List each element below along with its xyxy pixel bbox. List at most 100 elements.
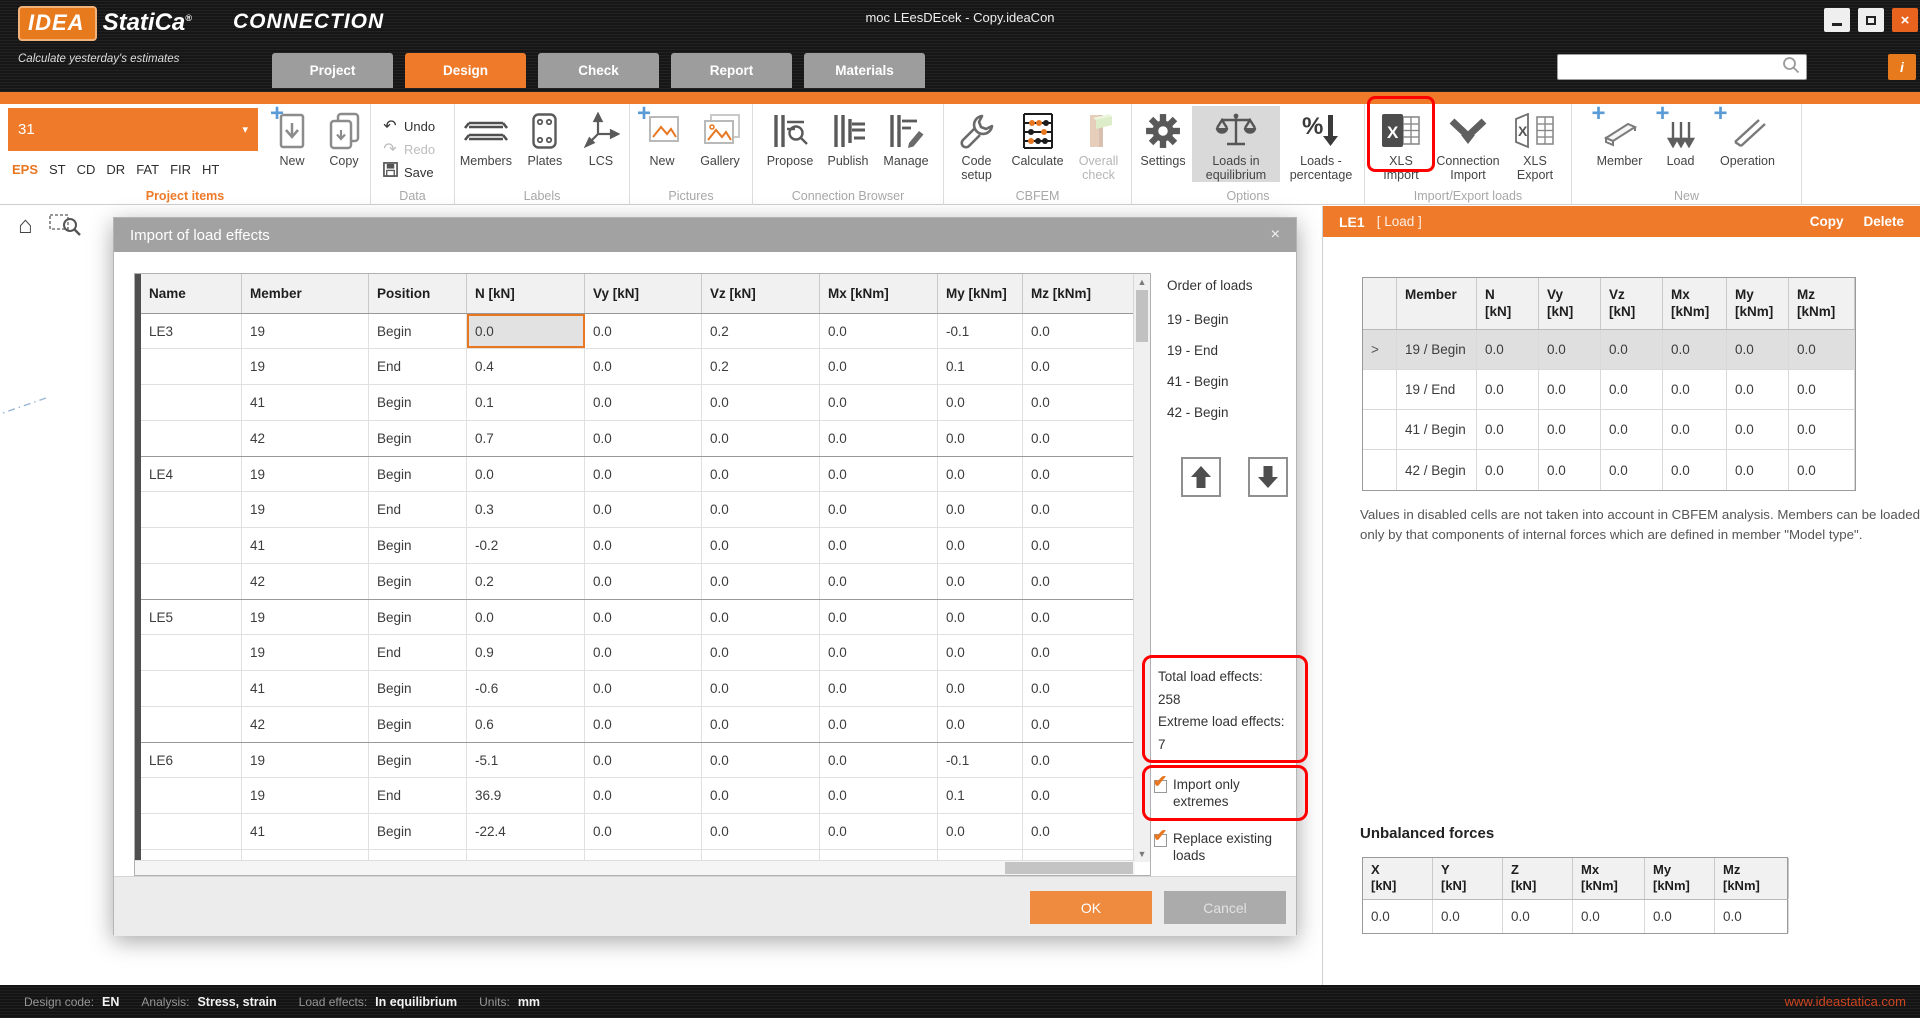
load-table-cell[interactable]: 0.0 — [1539, 330, 1601, 369]
import-table-cell[interactable]: 0.0 — [1023, 349, 1135, 384]
zoom-area-icon[interactable] — [49, 210, 81, 241]
order-of-loads-item[interactable]: 19 - End — [1167, 335, 1229, 366]
import-table-cell[interactable]: LE6 — [141, 743, 242, 777]
import-table-row[interactable]: LE419Begin0.00.00.00.00.00.0 — [141, 456, 1135, 492]
load-table-cell[interactable]: 0.0 — [1663, 330, 1727, 369]
import-table-cell[interactable]: Begin — [369, 600, 467, 634]
code-fir[interactable]: FIR — [170, 162, 191, 177]
import-table-cell[interactable]: 0.0 — [702, 743, 820, 777]
import-table-cell[interactable]: 0.0 — [585, 635, 702, 670]
move-down-button[interactable] — [1248, 457, 1288, 497]
import-table-cell[interactable]: 0.0 — [585, 671, 702, 706]
import-table-cell[interactable]: 0.0 — [820, 671, 938, 706]
horizontal-scrollbar[interactable] — [135, 860, 1135, 875]
tab-design[interactable]: Design — [405, 53, 526, 88]
close-button[interactable]: × — [1892, 8, 1918, 32]
new-project-item-button[interactable]: + New — [266, 106, 318, 168]
import-table-cell[interactable]: 19 — [242, 457, 369, 491]
new-operation-button[interactable]: + Operation — [1710, 106, 1786, 168]
load-table-cell[interactable]: 19 / Begin — [1397, 330, 1477, 369]
xls-import-button[interactable]: X XLS Import — [1372, 106, 1430, 182]
import-table-cell[interactable]: Begin — [369, 421, 467, 456]
import-table-cell[interactable]: 0.0 — [702, 778, 820, 813]
import-table-cell[interactable]: 0.4 — [467, 349, 585, 384]
import-table-row[interactable]: 41Begin-0.20.00.00.00.00.0 — [141, 528, 1135, 564]
overall-check-button[interactable]: Overall check — [1070, 106, 1128, 182]
import-table-cell[interactable]: 0.0 — [820, 528, 938, 563]
replace-existing-loads-checkbox[interactable]: ✔ Replace existing loads — [1154, 830, 1273, 864]
import-table-cell[interactable] — [141, 707, 242, 742]
import-table-cell[interactable]: 42 — [242, 564, 369, 599]
new-picture-button[interactable]: + New — [633, 106, 691, 168]
import-table-cell[interactable]: 0.0 — [1023, 492, 1135, 527]
import-table-cell[interactable]: 19 — [242, 492, 369, 527]
import-table-row[interactable]: 41Begin0.10.00.00.00.00.0 — [141, 385, 1135, 421]
import-table-cell[interactable]: 0.0 — [938, 671, 1023, 706]
import-table-cell[interactable]: 0.2 — [702, 314, 820, 348]
import-table-row[interactable]: 41Begin-0.60.00.00.00.00.0 — [141, 671, 1135, 707]
vertical-scrollbar[interactable]: ▲ ▼ — [1133, 274, 1150, 862]
gallery-button[interactable]: Gallery — [691, 106, 749, 168]
tab-check[interactable]: Check — [538, 53, 659, 88]
import-table-cell[interactable]: 0.0 — [1023, 457, 1135, 491]
import-table-cell[interactable]: 0.0 — [585, 528, 702, 563]
import-table-cell[interactable]: 19 — [242, 635, 369, 670]
import-table-column-header[interactable]: Vz [kN] — [702, 274, 820, 313]
ok-button[interactable]: OK — [1030, 891, 1152, 924]
code-ht[interactable]: HT — [202, 162, 219, 177]
load-table-column-header[interactable]: Mx[kNm] — [1663, 278, 1727, 329]
import-table-column-header[interactable]: Mz [kNm] — [1023, 274, 1135, 313]
import-table-row[interactable]: 19End0.40.00.20.00.10.0 — [141, 349, 1135, 385]
load-table-cell[interactable] — [1363, 370, 1397, 409]
import-table-cell[interactable]: 42 — [242, 707, 369, 742]
import-table-cell[interactable] — [141, 564, 242, 599]
import-table-cell[interactable]: 0.0 — [820, 778, 938, 813]
import-table-cell[interactable]: 0.0 — [820, 635, 938, 670]
maximize-button[interactable] — [1858, 8, 1884, 32]
import-table-cell[interactable]: 0.0 — [938, 564, 1023, 599]
load-table-cell[interactable] — [1363, 450, 1397, 490]
import-table-cell[interactable]: 19 — [242, 778, 369, 813]
import-table-cell[interactable]: 0.0 — [585, 349, 702, 384]
import-table-cell[interactable]: End — [369, 778, 467, 813]
load-table-cell[interactable]: 0.0 — [1789, 450, 1855, 490]
import-table-column-header[interactable]: N [kN] — [467, 274, 585, 313]
website-link[interactable]: www.ideastatica.com — [1785, 994, 1906, 1009]
load-table-column-header[interactable]: Mz[kNm] — [1789, 278, 1855, 329]
import-table-cell[interactable]: Begin — [369, 457, 467, 491]
import-table-cell[interactable]: 0.3 — [467, 492, 585, 527]
import-table-cell[interactable] — [141, 778, 242, 813]
import-table-cell[interactable] — [141, 349, 242, 384]
undo-button[interactable]: ↶ Undo — [381, 115, 435, 138]
import-table-cell[interactable]: 0.0 — [585, 814, 702, 849]
import-table-cell[interactable]: 0.0 — [1023, 778, 1135, 813]
import-table-column-header[interactable]: Vy [kN] — [585, 274, 702, 313]
import-table-cell[interactable]: 0.0 — [1023, 600, 1135, 634]
manage-button[interactable]: Manage — [877, 106, 935, 168]
import-table-cell[interactable] — [141, 814, 242, 849]
import-table-row[interactable]: LE319Begin0.00.00.20.0-0.10.0 — [141, 313, 1135, 349]
plates-labels-button[interactable]: Plates — [517, 106, 573, 168]
units-value[interactable]: mm — [518, 995, 540, 1009]
import-table-cell[interactable]: 0.0 — [467, 314, 585, 348]
import-table-cell[interactable]: 0.0 — [820, 314, 938, 348]
import-table-cell[interactable]: 0.0 — [1023, 707, 1135, 742]
copy-project-item-button[interactable]: Copy — [318, 106, 370, 168]
save-button[interactable]: Save — [381, 161, 434, 184]
load-table-cell[interactable]: 0.0 — [1477, 450, 1539, 490]
move-up-button[interactable] — [1181, 457, 1221, 497]
loads-in-equilibrium-toggle[interactable]: Loads in equilibrium — [1192, 106, 1280, 182]
import-table-cell[interactable]: 0.1 — [938, 778, 1023, 813]
load-table-cell[interactable]: 0.0 — [1789, 330, 1855, 369]
import-table-cell[interactable]: 0.0 — [467, 600, 585, 634]
members-labels-button[interactable]: Members — [455, 106, 517, 168]
import-table-cell[interactable]: 0.0 — [702, 421, 820, 456]
import-table-cell[interactable]: 0.0 — [820, 421, 938, 456]
scrollbar-thumb[interactable] — [1005, 862, 1133, 874]
load-table-cell[interactable]: 0.0 — [1477, 370, 1539, 409]
import-table-cell[interactable]: 0.0 — [702, 671, 820, 706]
load-table-cell[interactable]: 0.0 — [1477, 410, 1539, 449]
viewport-3d[interactable]: ⌂ Import of load effects × NameMemberPos… — [0, 206, 1322, 985]
order-of-loads-item[interactable]: 42 - Begin — [1167, 397, 1229, 428]
import-table-cell[interactable]: 0.0 — [702, 492, 820, 527]
